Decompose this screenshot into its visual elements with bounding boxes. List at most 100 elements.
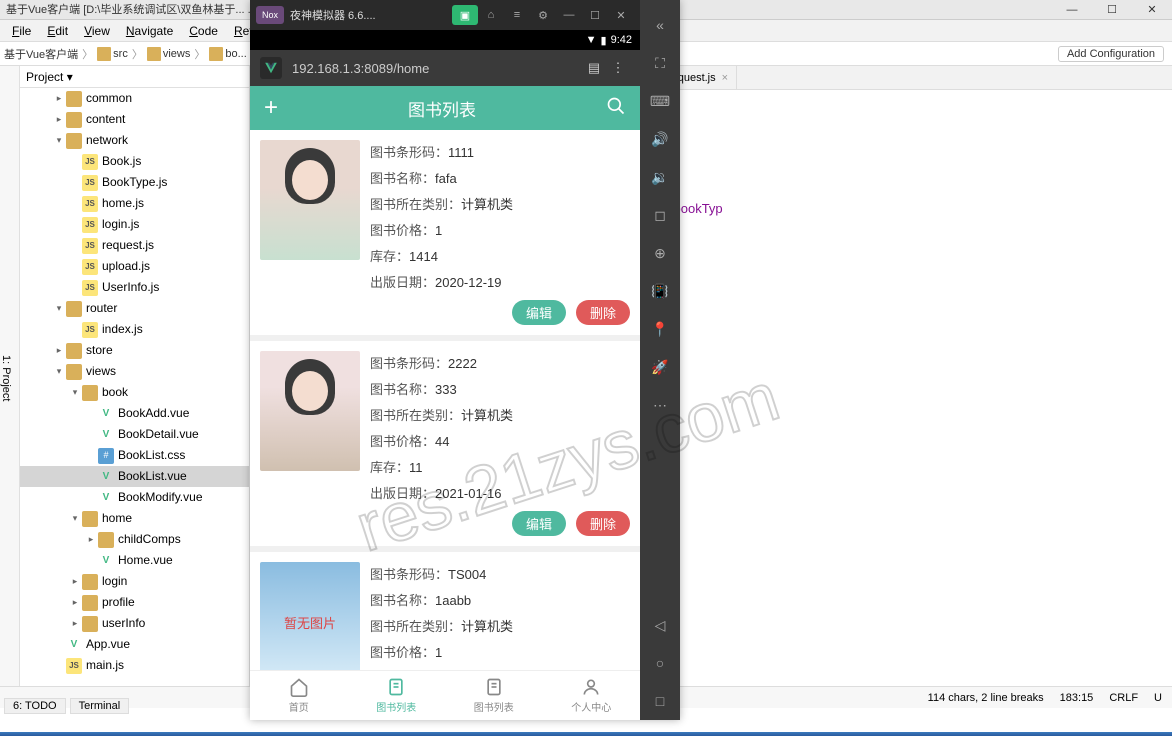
tree-item-main-js[interactable]: main.js — [20, 655, 249, 676]
project-tool-button[interactable]: 1: Project — [0, 66, 20, 686]
project-tree[interactable]: ▸common▸content▾networkBook.jsBookType.j… — [20, 88, 249, 676]
tree-item-book[interactable]: ▾book — [20, 382, 249, 403]
tree-item-index-js[interactable]: index.js — [20, 319, 249, 340]
rocket-icon[interactable]: 🚀 — [646, 353, 674, 381]
fullscreen-icon[interactable]: ⛶ — [646, 49, 674, 77]
tabs-icon[interactable]: ▤ — [582, 60, 606, 76]
tree-item-home-js[interactable]: home.js — [20, 193, 249, 214]
more-icon[interactable]: ⋮ — [606, 60, 630, 76]
tree-item-UserInfo-js[interactable]: UserInfo.js — [20, 277, 249, 298]
terminal-tab[interactable]: Terminal — [70, 698, 130, 714]
android-back-icon[interactable]: ◁ — [646, 611, 674, 639]
emu-menu-icon[interactable]: ≡ — [504, 5, 530, 25]
shake-icon[interactable]: 📳 — [646, 277, 674, 305]
menu-file[interactable]: File — [4, 24, 39, 38]
tree-item-BookType-js[interactable]: BookType.js — [20, 172, 249, 193]
bottom-nav: 首页 图书列表 图书列表 个人中心 — [250, 670, 640, 720]
apk-install-icon[interactable]: ⊕ — [646, 239, 674, 267]
project-label: Project — [26, 70, 63, 84]
tree-item-common[interactable]: ▸common — [20, 88, 249, 109]
nav-profile[interactable]: 个人中心 — [543, 671, 641, 720]
tree-item-userInfo[interactable]: ▸userInfo — [20, 613, 249, 634]
volume-up-icon[interactable]: 🔊 — [646, 125, 674, 153]
book-thumbnail — [260, 140, 360, 260]
android-recent-icon[interactable]: □ — [646, 687, 674, 715]
edit-button[interactable]: 编辑 — [512, 300, 566, 325]
close-button[interactable]: ✕ — [1132, 0, 1172, 20]
tree-item-BookAdd-vue[interactable]: BookAdd.vue — [20, 403, 249, 424]
location-icon[interactable]: 📍 — [646, 315, 674, 343]
volume-down-icon[interactable]: 🔉 — [646, 163, 674, 191]
minimize-button[interactable]: — — [1052, 0, 1092, 20]
keyboard-icon[interactable]: ⌨ — [646, 87, 674, 115]
emulator-title: 夜神模拟器 6.6.... — [290, 7, 376, 23]
emu-close-icon[interactable]: ✕ — [608, 5, 634, 25]
search-icon[interactable] — [606, 96, 626, 121]
screenshot-icon[interactable]: ◻ — [646, 201, 674, 229]
status-enc[interactable]: U — [1154, 692, 1162, 704]
emu-settings-icon[interactable]: ⚙ — [530, 5, 556, 25]
tree-item-content[interactable]: ▸content — [20, 109, 249, 130]
nav-booklist2[interactable]: 图书列表 — [445, 671, 543, 720]
add-configuration-button[interactable]: Add Configuration — [1058, 46, 1164, 62]
more-tools-icon[interactable]: ⋯ — [646, 391, 674, 419]
book-card: 图书条形码：2222图书名称：333图书所在类别：计算机类图书价格：44库存：1… — [250, 341, 640, 546]
collapse-icon[interactable]: « — [646, 11, 674, 39]
tree-item-childComps[interactable]: ▸childComps — [20, 529, 249, 550]
emu-home-icon[interactable]: ⌂ — [478, 5, 504, 25]
emu-store-icon[interactable]: ▣ — [452, 5, 478, 25]
book-list[interactable]: 图书条形码：1111图书名称：fafa图书所在类别：计算机类图书价格：1库存：1… — [250, 130, 640, 670]
nav-booklist[interactable]: 图书列表 — [348, 671, 446, 720]
tree-item-BookModify-vue[interactable]: BookModify.vue — [20, 487, 249, 508]
android-home-icon[interactable]: ○ — [646, 649, 674, 677]
crumb-views[interactable]: views — [143, 47, 195, 61]
bottom-tool-tabs: 6: TODO Terminal — [4, 698, 129, 714]
clock: 9:42 — [611, 34, 632, 46]
tree-item-Book-js[interactable]: Book.js — [20, 151, 249, 172]
tree-item-store[interactable]: ▸store — [20, 340, 249, 361]
app-header: + 图书列表 — [250, 86, 640, 130]
tree-item-home[interactable]: ▾home — [20, 508, 249, 529]
crumb-last[interactable]: bo... — [205, 47, 250, 61]
status-pos: 183:15 — [1060, 692, 1094, 704]
tree-item-request-js[interactable]: request.js — [20, 235, 249, 256]
tree-item-Home-vue[interactable]: Home.vue — [20, 550, 249, 571]
menu-view[interactable]: View — [76, 24, 118, 38]
vue-logo-icon — [260, 57, 282, 79]
menu-edit[interactable]: Edit — [39, 24, 76, 38]
maximize-button[interactable]: ☐ — [1092, 0, 1132, 20]
tree-item-login-js[interactable]: login.js — [20, 214, 249, 235]
book-info: 图书条形码：1111图书名称：fafa图书所在类别：计算机类图书价格：1库存：1… — [360, 140, 630, 325]
nav-home[interactable]: 首页 — [250, 671, 348, 720]
tree-item-BookDetail-vue[interactable]: BookDetail.vue — [20, 424, 249, 445]
battery-icon: ▮ — [601, 34, 607, 47]
todo-tab[interactable]: 6: TODO — [4, 698, 66, 714]
app-viewport: + 图书列表 图书条形码：1111图书名称：fafa图书所在类别：计算机类图书价… — [250, 86, 640, 720]
url-text[interactable]: 192.168.1.3:8089/home — [292, 61, 429, 76]
project-header: Project ▾ — [20, 66, 249, 88]
delete-button[interactable]: 删除 — [576, 300, 630, 325]
tree-item-upload-js[interactable]: upload.js — [20, 256, 249, 277]
tree-item-App-vue[interactable]: App.vue — [20, 634, 249, 655]
tree-item-login[interactable]: ▸login — [20, 571, 249, 592]
book-thumbnail — [260, 351, 360, 471]
menu-navigate[interactable]: Navigate — [118, 24, 181, 38]
emu-maximize-icon[interactable]: ☐ — [582, 5, 608, 25]
nox-logo-icon: Nox — [256, 6, 284, 24]
windows-taskbar[interactable] — [0, 732, 1172, 736]
status-crlf[interactable]: CRLF — [1109, 692, 1138, 704]
emu-minimize-icon[interactable]: — — [556, 5, 582, 25]
crumb-src[interactable]: src — [93, 47, 132, 61]
tree-item-profile[interactable]: ▸profile — [20, 592, 249, 613]
emulator-sidebar: « ⛶ ⌨ 🔊 🔉 ◻ ⊕ 📳 📍 🚀 ⋯ ◁ ○ □ — [640, 0, 680, 720]
add-button[interactable]: + — [264, 94, 278, 122]
tree-item-router[interactable]: ▾router — [20, 298, 249, 319]
tree-item-network[interactable]: ▾network — [20, 130, 249, 151]
crumb-root[interactable]: 基于Vue客户端 — [0, 46, 82, 62]
edit-button[interactable]: 编辑 — [512, 511, 566, 536]
tree-item-BookList-css[interactable]: BookList.css — [20, 445, 249, 466]
delete-button[interactable]: 删除 — [576, 511, 630, 536]
menu-code[interactable]: Code — [181, 24, 226, 38]
tree-item-views[interactable]: ▾views — [20, 361, 249, 382]
tree-item-BookList-vue[interactable]: BookList.vue — [20, 466, 249, 487]
